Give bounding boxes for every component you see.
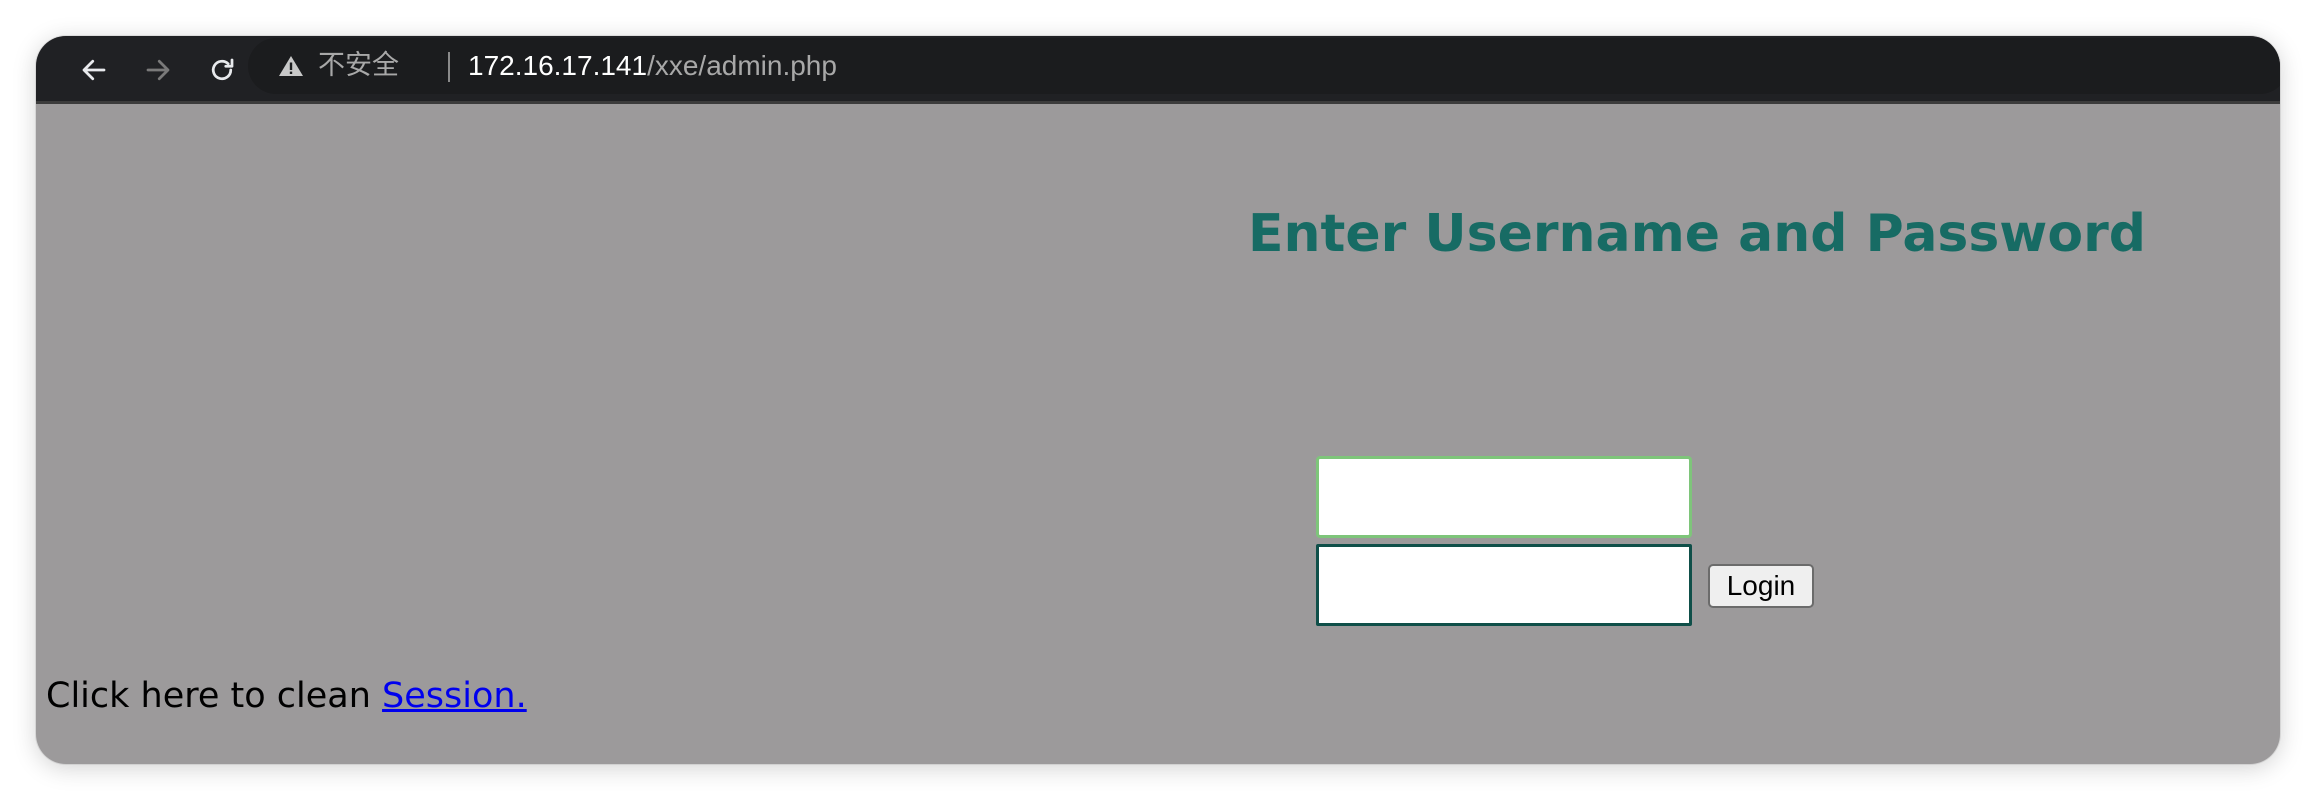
reload-icon [211,58,234,81]
page-title: Enter Username and Password [1248,204,2146,264]
warning-icon [279,56,303,76]
url-host: 172.16.17.141 [468,50,648,81]
back-button[interactable] [74,50,114,90]
session-prefix: Click here to clean [46,676,383,716]
arrow-left-icon [82,59,106,81]
browser-toolbar: 不安全 172.16.17.141/xxe/admin.php [36,36,2280,104]
login-button[interactable]: Login [1708,564,1814,608]
username-input[interactable] [1316,456,1692,538]
session-link[interactable]: Session. [382,676,527,716]
arrow-right-icon [146,59,170,81]
url-path: /xxe/admin.php [647,50,837,81]
address-bar[interactable]: 不安全 172.16.17.141/xxe/admin.php [248,38,2280,94]
omnibox-divider [448,52,450,82]
url-text[interactable]: 172.16.17.141/xxe/admin.php [468,50,837,82]
password-input[interactable] [1316,544,1692,626]
security-status[interactable]: 不安全 [318,50,399,82]
browser-window: 不安全 172.16.17.141/xxe/admin.php Enter Us… [36,36,2280,764]
reload-button[interactable] [202,50,242,90]
forward-button[interactable] [138,50,178,90]
session-text: Click here to clean Session. [46,676,527,716]
